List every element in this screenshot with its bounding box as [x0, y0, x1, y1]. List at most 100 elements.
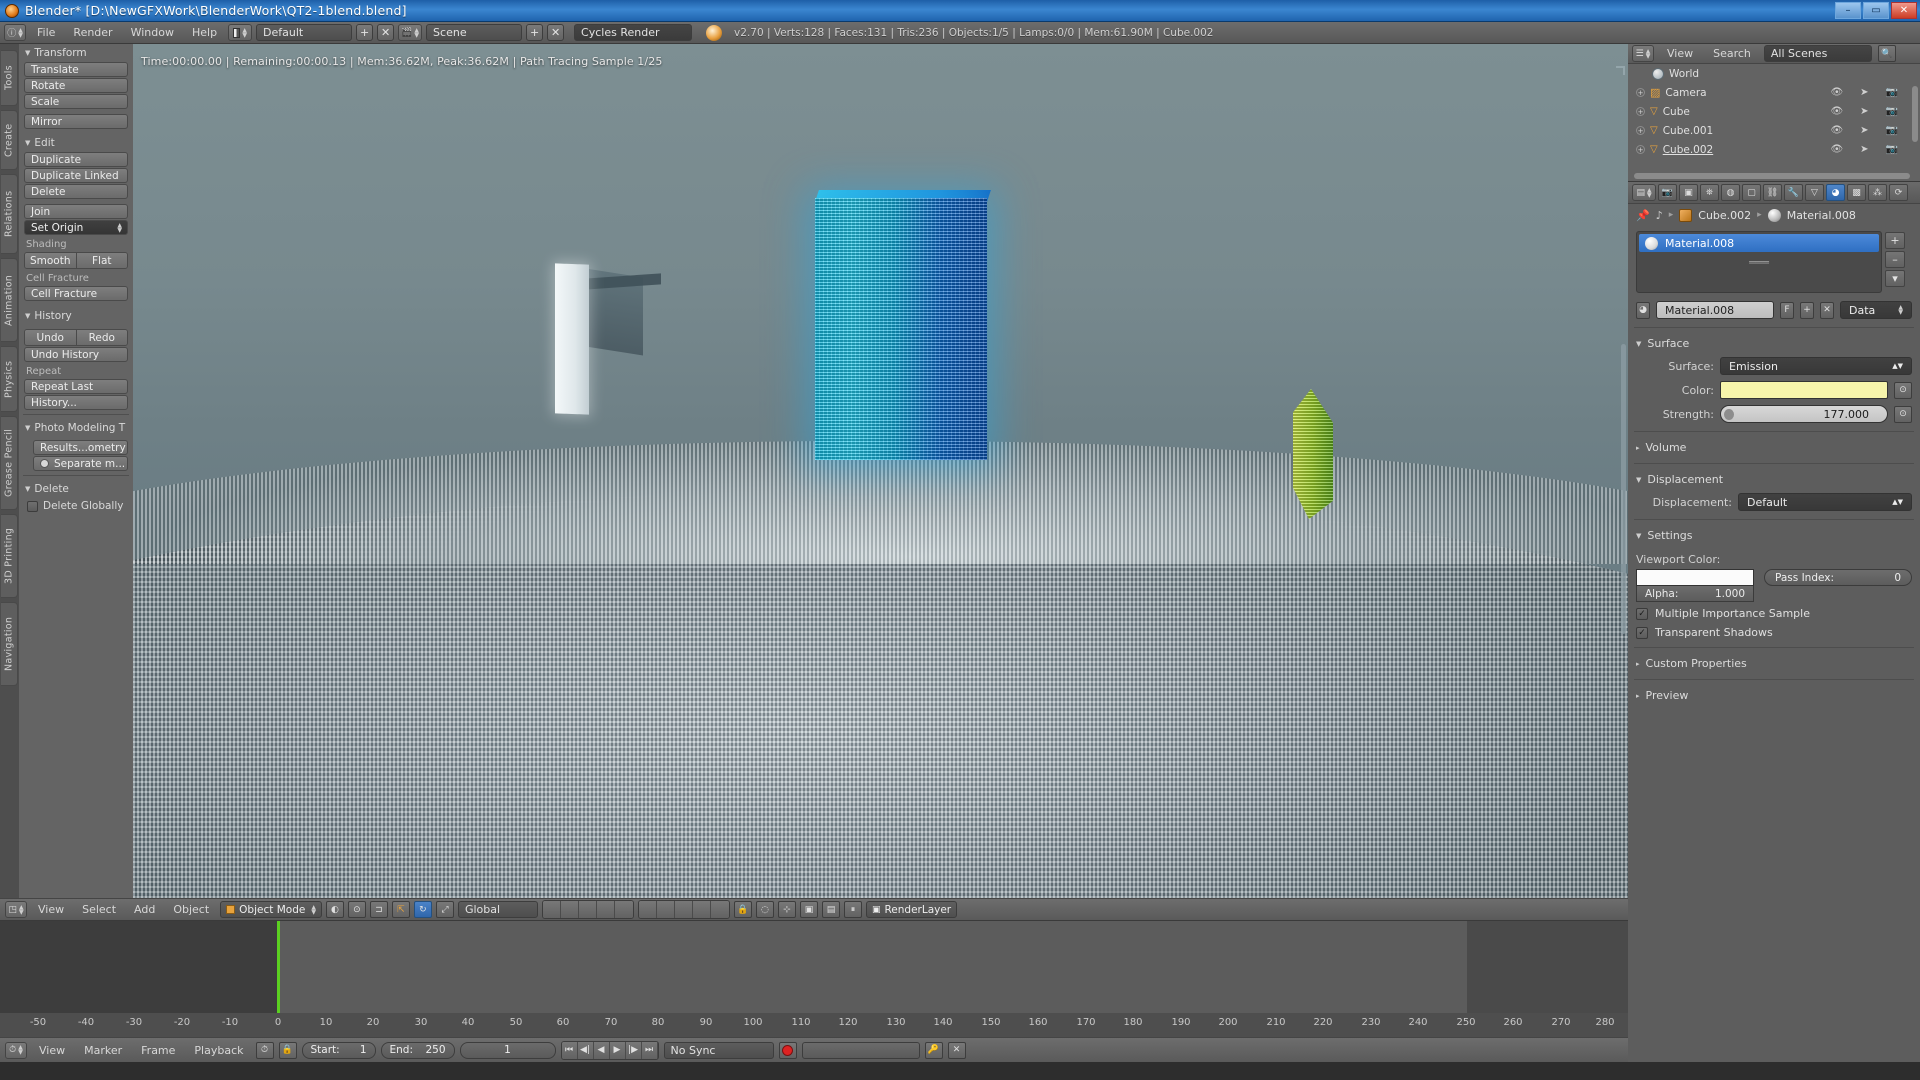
outliner-tree[interactable]: World + ▨ Camera 👁 ➤ 📷 + ▽ Cube 👁 ➤ 📷 + ▽ Cu…	[1628, 64, 1920, 181]
browse-material-datablock-icon[interactable]: ◕	[1636, 301, 1650, 319]
tab-render[interactable]: 📷	[1658, 184, 1677, 201]
timeline-menu-frame[interactable]: Frame	[134, 1043, 182, 1058]
eye-icon[interactable]: 👁	[1830, 106, 1843, 117]
duplicate-linked-button[interactable]: Duplicate Linked	[24, 168, 128, 183]
properties-tab-bar[interactable]: ▤ ▲ ▼ 📷 ▣ ⛯ ◍ ▢ ⛓ 🔧 ▽ ◕ ▩ ⁂ ⟳	[1628, 182, 1920, 204]
layer-button[interactable]	[656, 901, 675, 918]
delete-globally-checkbox[interactable]: Delete Globally	[19, 497, 133, 512]
start-frame-field[interactable]: Start: 1	[301, 1041, 376, 1059]
play-button[interactable]: ▶	[609, 1041, 626, 1059]
breadcrumb-object-name[interactable]: Cube.002	[1698, 209, 1751, 222]
snap-magnet-icon[interactable]: ⊐	[369, 901, 388, 918]
material-slot-buttons[interactable]: + – ▾	[1885, 232, 1907, 289]
background-images-icon[interactable]: ▤	[821, 901, 840, 918]
3d-viewport[interactable]: Time:00:00.00 | Remaining:00:00.13 | Mem…	[133, 44, 1628, 898]
layer-button[interactable]	[692, 901, 711, 918]
transform-orientation-select[interactable]: Global	[457, 901, 538, 918]
set-origin-dropdown[interactable]: Set Origin ▲ ▼	[24, 220, 128, 235]
eye-icon[interactable]: 👁	[1830, 125, 1843, 136]
layer-button[interactable]	[578, 901, 597, 918]
outliner-row-cube-001[interactable]: + ▽ Cube.001 👁 ➤ 📷	[1628, 121, 1920, 140]
separate-mesh-button[interactable]: Separate m...	[33, 456, 128, 471]
material-slot-list[interactable]: Material.008 ═══ + – ▾	[1636, 231, 1905, 293]
info-editor-icon[interactable]: ⓘ ▲ ▼	[4, 24, 26, 41]
jump-to-end-button[interactable]: ⏭	[641, 1041, 658, 1059]
menu-file[interactable]: File	[30, 25, 62, 40]
delete-button[interactable]: Delete	[24, 184, 128, 199]
sync-mode-select[interactable]: No Sync	[663, 1041, 774, 1059]
cell-fracture-button[interactable]: Cell Fracture	[24, 286, 128, 301]
interaction-mode-select[interactable]: Object Mode ▲ ▼	[220, 901, 322, 918]
tab-physics[interactable]: ⟳	[1889, 184, 1908, 201]
scale-manipulator-icon[interactable]: ⤢	[435, 901, 454, 918]
tab-tools[interactable]: Tools	[1, 50, 18, 106]
render-engine-select[interactable]: Cycles Render	[574, 24, 693, 41]
tab-navigation[interactable]: Navigation	[1, 602, 18, 686]
expand-toggle-icon[interactable]: +	[1636, 107, 1645, 116]
outliner-menu-search[interactable]: Search	[1706, 46, 1758, 61]
camera-icon[interactable]: 📷	[1886, 87, 1898, 98]
mirror-button[interactable]: Mirror	[24, 114, 128, 129]
tab-create[interactable]: Create	[1, 110, 18, 170]
duplicate-button[interactable]: Duplicate	[24, 152, 128, 167]
pass-index-field[interactable]: Pass Index: 0	[1764, 569, 1912, 586]
add-material-slot-button[interactable]: +	[1885, 232, 1905, 249]
browse-material-icon[interactable]: ♪	[1656, 209, 1663, 222]
layer-button[interactable]	[638, 901, 657, 918]
repeat-last-button[interactable]: Repeat Last	[24, 379, 128, 394]
tab-world[interactable]: ◍	[1721, 184, 1740, 201]
redo-button[interactable]: Redo	[76, 330, 127, 345]
outliner-row-cube[interactable]: + ▽ Cube 👁 ➤ 📷	[1628, 102, 1920, 121]
viewport-menu-object[interactable]: Object	[166, 902, 216, 917]
surface-shader-select[interactable]: Emission ▲▼	[1720, 357, 1912, 375]
tab-material[interactable]: ◕	[1826, 184, 1845, 201]
timeline-menu-marker[interactable]: Marker	[77, 1043, 129, 1058]
cursor-arrow-icon[interactable]: ➤	[1860, 144, 1868, 155]
tab-animation[interactable]: Animation	[1, 258, 18, 342]
material-slot-grip[interactable]: ═══	[1637, 254, 1881, 270]
delete-screen-button[interactable]: ✕	[377, 24, 395, 41]
transparent-shadows-checkbox[interactable]: ✓ Transparent Shadows	[1628, 623, 1920, 642]
outliner-editor-icon[interactable]: ☰ ▲ ▼	[1632, 45, 1654, 62]
undo-button[interactable]: Undo	[25, 330, 77, 345]
panel-photo-modeling-header[interactable]: ▼ Photo Modeling T	[19, 419, 133, 436]
color-link-input-icon[interactable]: ⊙	[1894, 381, 1912, 399]
cursor-arrow-icon[interactable]: ➤	[1860, 87, 1868, 98]
tab-object[interactable]: ▢	[1742, 184, 1761, 201]
scale-button[interactable]: Scale	[24, 94, 128, 109]
outliner-vertical-scrollbar[interactable]	[1912, 86, 1918, 142]
close-button[interactable]: ✕	[1891, 2, 1917, 19]
custom-properties-section-header[interactable]: ▸ Custom Properties	[1628, 653, 1920, 674]
playback-transport[interactable]: ⏮ ◀| ◀ ▶ |▶ ⏭	[560, 1040, 659, 1060]
insert-keyframe-icon[interactable]: 🔑	[924, 1041, 943, 1059]
material-specials-button[interactable]: ▾	[1885, 270, 1905, 287]
viewport-menu-add[interactable]: Add	[127, 902, 162, 917]
outliner-row-toggles[interactable]: 👁 ➤ 📷	[1830, 87, 1898, 98]
outliner-menu-view[interactable]: View	[1660, 46, 1700, 61]
layer-button[interactable]	[710, 901, 729, 918]
tab-relations[interactable]: Relations	[1, 174, 18, 254]
breadcrumb-material-name[interactable]: Material.008	[1787, 209, 1856, 222]
expand-toggle-icon[interactable]: +	[1636, 126, 1645, 135]
timeline-menu-view[interactable]: View	[32, 1043, 72, 1058]
cursor-arrow-icon[interactable]: ➤	[1860, 106, 1868, 117]
results-geometry-button[interactable]: Results...ometry	[33, 440, 128, 455]
new-material-button[interactable]: +	[1800, 301, 1814, 319]
expand-toggle-icon[interactable]: +	[1636, 145, 1645, 154]
outliner-row-toggles[interactable]: 👁 ➤ 📷	[1830, 144, 1898, 155]
layer-button[interactable]	[560, 901, 579, 918]
tab-3d-printing[interactable]: 3D Printing	[1, 514, 18, 598]
outliner-row-camera[interactable]: + ▨ Camera 👁 ➤ 📷	[1628, 83, 1920, 102]
previous-keyframe-button[interactable]: ◀|	[577, 1041, 594, 1059]
menu-window[interactable]: Window	[124, 25, 181, 40]
scene-select[interactable]: Scene	[426, 24, 523, 41]
outliner-horizontal-scrollbar[interactable]	[1634, 173, 1910, 179]
pivot-point-icon[interactable]: ⊙	[347, 901, 366, 918]
outliner-editor[interactable]: ☰ ▲ ▼ View Search All Scenes 🔍 World + ▨ C…	[1628, 44, 1920, 182]
volume-section-header[interactable]: ▸ Volume	[1628, 437, 1920, 458]
keying-set-field[interactable]	[801, 1041, 920, 1059]
surface-section-header[interactable]: ▼ Surface	[1628, 333, 1920, 354]
join-button[interactable]: Join	[24, 204, 128, 219]
panel-history-header[interactable]: ▼ History	[19, 307, 133, 324]
proportional-edit-icon[interactable]: ◌	[755, 901, 774, 918]
